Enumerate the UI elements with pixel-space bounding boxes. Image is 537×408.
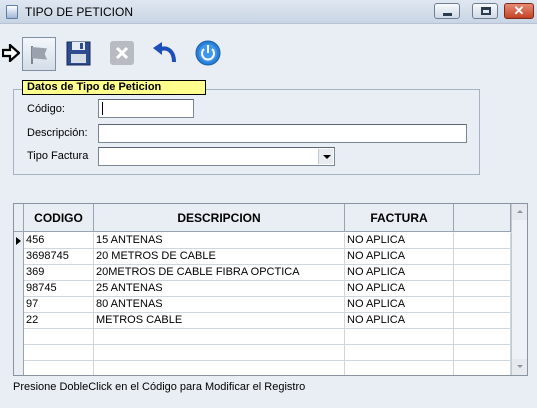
table-cell[interactable]: 22	[24, 313, 94, 329]
table-cell[interactable]: NO APLICA	[345, 297, 454, 313]
table-cell[interactable]	[345, 329, 454, 345]
table-cell[interactable]: 97	[24, 297, 94, 313]
table-cell[interactable]: NO APLICA	[345, 233, 454, 249]
minimize-button[interactable]	[434, 3, 460, 19]
table-cell[interactable]	[24, 329, 94, 345]
codigo-label: Código:	[27, 103, 65, 115]
maximize-button[interactable]	[472, 3, 498, 19]
tipo-factura-label: Tipo Factura	[27, 150, 89, 162]
table-cell[interactable]	[454, 329, 511, 345]
dropdown-arrow-icon[interactable]	[318, 149, 333, 164]
table-cell[interactable]	[454, 233, 511, 249]
table-row[interactable]: 98745 25 ANTENAS NO APLICA	[24, 281, 511, 297]
table-cell[interactable]: 80 ANTENAS	[94, 297, 345, 313]
table-cell[interactable]: 3698745	[24, 249, 94, 265]
new-button[interactable]	[22, 37, 56, 71]
undo-button[interactable]	[150, 38, 180, 68]
status-hint: Presione DobleClick en el Código para Mo…	[13, 381, 306, 393]
tipo-factura-select[interactable]	[98, 147, 335, 166]
table-cell[interactable]: NO APLICA	[345, 265, 454, 281]
close-icon: ✕	[513, 3, 525, 18]
maximize-icon	[481, 7, 491, 15]
save-button[interactable]	[64, 38, 94, 68]
title-bar: TIPO DE PETICION ✕	[0, 0, 537, 24]
table-cell[interactable]	[454, 361, 511, 375]
table-cell[interactable]	[454, 297, 511, 313]
delete-button[interactable]	[107, 38, 137, 68]
power-icon	[195, 40, 221, 66]
descripcion-label: Descripción:	[27, 127, 88, 139]
table-cell[interactable]	[454, 345, 511, 361]
table-cell[interactable]: 15 ANTENAS	[94, 233, 345, 249]
table-cell[interactable]: NO APLICA	[345, 249, 454, 265]
table-cell[interactable]: NO APLICA	[345, 313, 454, 329]
table-cell[interactable]: 456	[24, 233, 94, 249]
table-cell[interactable]	[24, 345, 94, 361]
exit-button[interactable]	[193, 38, 223, 68]
records-grid[interactable]: CODIGO DESCRIPCION FACTURA 456 15 ANTENAS…	[13, 203, 528, 376]
scroll-up-icon[interactable]	[512, 204, 527, 220]
text-caret	[102, 102, 103, 115]
table-cell[interactable]	[94, 361, 345, 375]
table-cell[interactable]	[345, 361, 454, 375]
table-cell[interactable]: 98745	[24, 281, 94, 297]
table-cell[interactable]	[454, 249, 511, 265]
table-row[interactable]	[24, 329, 511, 345]
header-descripcion[interactable]: DESCRIPCION	[94, 204, 345, 232]
table-cell[interactable]	[94, 329, 345, 345]
table-cell[interactable]	[454, 265, 511, 281]
grid-corner	[14, 204, 24, 232]
table-row[interactable]: 3698745 20 METROS DE CABLE NO APLICA	[24, 249, 511, 265]
current-row-pointer-icon	[16, 237, 21, 245]
table-cell[interactable]: 369	[24, 265, 94, 281]
close-x-icon	[110, 41, 134, 65]
table-cell[interactable]: 20METROS DE CABLE FIBRA OPCTICA	[94, 265, 345, 281]
floppy-disk-icon	[66, 41, 91, 66]
group-legend: Datos de Tipo de Peticion	[22, 80, 206, 95]
table-row[interactable]	[24, 361, 511, 375]
table-cell[interactable]	[454, 281, 511, 297]
header-codigo[interactable]: CODIGO	[24, 204, 94, 232]
table-row[interactable]: 456 15 ANTENAS NO APLICA	[24, 233, 511, 249]
table-row[interactable]: 97 80 ANTENAS NO APLICA	[24, 297, 511, 313]
table-row[interactable]: 369 20METROS DE CABLE FIBRA OPCTICA NO APL…	[24, 265, 511, 281]
table-cell[interactable]	[345, 345, 454, 361]
descripcion-input[interactable]	[98, 124, 467, 143]
table-row[interactable]: 22 METROS CABLE NO APLICA	[24, 313, 511, 329]
table-cell[interactable]: NO APLICA	[345, 281, 454, 297]
window-title: TIPO DE PETICION	[25, 5, 134, 19]
codigo-input[interactable]	[98, 99, 194, 118]
scroll-down-icon[interactable]	[512, 359, 527, 375]
table-row[interactable]	[24, 345, 511, 361]
close-button[interactable]: ✕	[504, 3, 534, 19]
current-tool-arrow-icon	[2, 44, 20, 62]
table-cell[interactable]	[24, 361, 94, 375]
table-cell[interactable]: 25 ANTENAS	[94, 281, 345, 297]
table-cell[interactable]	[454, 313, 511, 329]
table-cell[interactable]: METROS CABLE	[94, 313, 345, 329]
table-cell[interactable]: 20 METROS DE CABLE	[94, 249, 345, 265]
table-cell[interactable]	[94, 345, 345, 361]
header-factura[interactable]: FACTURA	[345, 204, 454, 232]
flag-icon	[32, 47, 47, 60]
minimize-icon	[443, 13, 452, 16]
app-icon	[6, 5, 18, 19]
header-empty[interactable]	[454, 204, 511, 232]
vertical-scrollbar[interactable]	[511, 204, 527, 375]
undo-arrow-icon	[153, 42, 176, 63]
row-selector-column[interactable]	[14, 232, 24, 375]
